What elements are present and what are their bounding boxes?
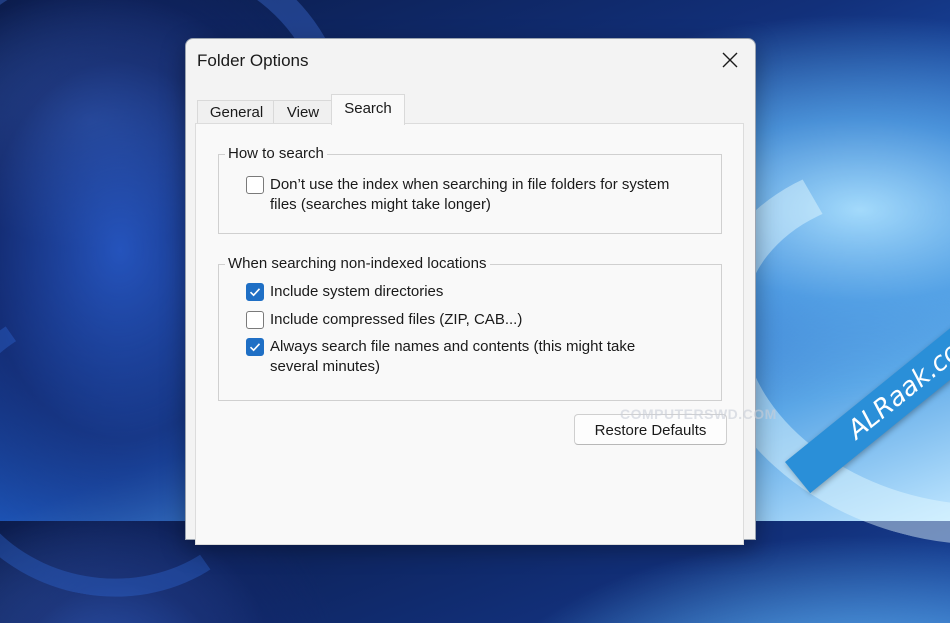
tab-general[interactable]: General: [197, 100, 276, 125]
checkmark-icon: [249, 288, 261, 297]
include-system-dirs-checkbox[interactable]: [246, 283, 264, 301]
how-to-search-legend: How to search: [225, 145, 327, 163]
always-search-contents-checkbox[interactable]: [246, 338, 264, 356]
always-search-label-line2: several minutes): [270, 358, 381, 375]
watermark-text: COMPUTERSWD.COM: [620, 406, 777, 422]
include-system-dirs-option[interactable]: Include system directories: [246, 282, 443, 302]
always-search-label-line1: Always search file names and contents (t…: [270, 338, 636, 355]
checkmark-icon: [249, 343, 261, 352]
dont-use-index-checkbox[interactable]: [246, 176, 264, 194]
search-tab-panel: How to search Don’t use the index when s…: [195, 123, 744, 545]
close-icon: [722, 52, 738, 68]
dont-use-index-label-line2: files (searches might take longer): [270, 196, 491, 213]
tab-search[interactable]: Search: [331, 94, 405, 125]
dont-use-index-option[interactable]: Don’t use the index when searching in fi…: [246, 175, 669, 215]
include-compressed-label: Include compressed files (ZIP, CAB...): [270, 311, 523, 328]
include-compressed-option[interactable]: Include compressed files (ZIP, CAB...): [246, 310, 522, 330]
non-indexed-group: When searching non-indexed locations Inc…: [218, 255, 722, 401]
window-title: Folder Options: [197, 51, 309, 70]
always-search-contents-option[interactable]: Always search file names and contents (t…: [246, 337, 635, 377]
dont-use-index-label-line1: Don’t use the index when searching in fi…: [270, 176, 670, 193]
tab-view[interactable]: View: [273, 100, 333, 125]
folder-options-dialog: Folder Options General View Search How t…: [185, 38, 756, 545]
how-to-search-group: How to search Don’t use the index when s…: [218, 145, 722, 234]
include-system-dirs-label: Include system directories: [270, 283, 444, 300]
non-indexed-legend: When searching non-indexed locations: [225, 255, 490, 273]
close-button[interactable]: [711, 45, 749, 75]
include-compressed-checkbox[interactable]: [246, 311, 264, 329]
